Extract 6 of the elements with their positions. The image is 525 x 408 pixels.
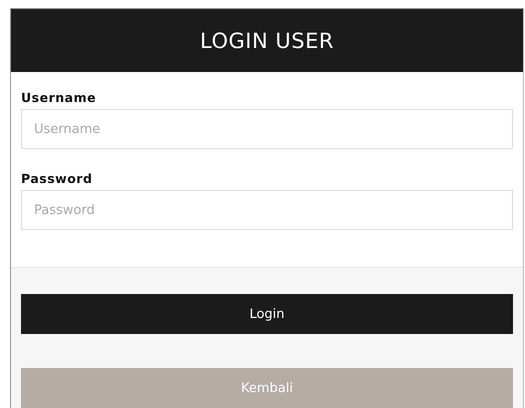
page-title: LOGIN USER [200, 28, 334, 52]
field-label: Password [21, 171, 94, 186]
input-field[interactable]: Password [21, 190, 513, 230]
login-button[interactable]: Login [21, 294, 513, 334]
field-label: Username [21, 90, 98, 105]
input-field[interactable]: Username [21, 109, 513, 149]
